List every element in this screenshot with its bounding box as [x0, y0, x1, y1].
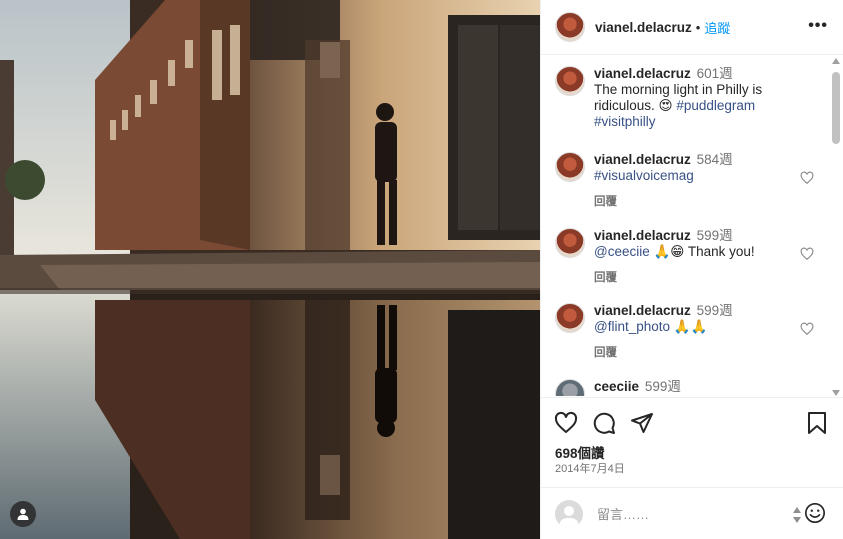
reply-button[interactable]: 回覆 [594, 270, 804, 286]
hashtag-link[interactable]: #puddlegram [676, 98, 755, 113]
reply-button[interactable]: 回覆 [594, 345, 804, 361]
avatar[interactable] [555, 228, 585, 258]
avatar[interactable] [555, 152, 585, 182]
list-item: vianel.delacruz 584週 #visualvoicemag 回覆 [555, 152, 825, 210]
comment-like-icon[interactable] [800, 247, 814, 261]
comment-input[interactable]: 留言…… [597, 504, 649, 523]
avatar[interactable] [555, 66, 585, 96]
share-icon [631, 413, 653, 433]
comment-username[interactable]: ceeciie [594, 379, 639, 394]
comment-button[interactable] [591, 410, 617, 436]
comment-icon [593, 412, 615, 434]
more-icon[interactable]: ••• [808, 17, 828, 35]
post-date[interactable]: 2014年7月4日 [555, 460, 625, 476]
current-user-avatar [555, 499, 583, 528]
mention-link[interactable]: @flint_photo [594, 319, 670, 334]
comment-time[interactable]: 599週 [645, 379, 681, 394]
header-separator: • [695, 19, 701, 35]
caption: vianel.delacruz 601週 The morning light i… [555, 66, 825, 130]
list-item: vianel.delacruz 599週 @ceeciie 🙏😁 Thank y… [555, 228, 825, 286]
save-icon [808, 412, 826, 434]
comment-time[interactable]: 599週 [697, 303, 733, 318]
comment-username[interactable]: vianel.delacruz [594, 303, 691, 318]
default-user-icon [559, 505, 579, 528]
scroll-up-arrow-icon[interactable] [832, 58, 840, 64]
emoji-icon[interactable] [804, 502, 826, 524]
comment-username[interactable]: vianel.delacruz [594, 66, 691, 81]
like-icon [554, 411, 578, 433]
hashtag-link[interactable]: #visitphilly [594, 114, 656, 129]
save-button[interactable] [804, 410, 830, 436]
user-tag-button[interactable] [10, 501, 36, 527]
comment-text: 🙏😁 Thank you! [649, 244, 755, 259]
post-header: vianel.delacruz • 追蹤 ••• [541, 0, 843, 55]
like-count[interactable]: 698個讚 [555, 442, 605, 462]
share-button[interactable] [629, 410, 655, 436]
mention-link[interactable]: @ceeciie [594, 244, 650, 259]
user-tag-icon [17, 508, 29, 520]
comment-username[interactable]: vianel.delacruz [594, 152, 691, 167]
comment-like-icon[interactable] [800, 322, 814, 336]
comment-time[interactable]: 601週 [697, 66, 733, 81]
photo-scene [0, 0, 540, 539]
list-item: vianel.delacruz 599週 @flint_photo 🙏🙏 回覆 [555, 303, 825, 361]
scrollbar-thumb[interactable] [832, 72, 840, 144]
post-side-panel: vianel.delacruz • 追蹤 ••• vianel.delacruz… [540, 0, 843, 539]
comment-list[interactable]: vianel.delacruz 601週 The morning light i… [541, 56, 843, 396]
comment-time[interactable]: 599週 [697, 228, 733, 243]
sort-arrows-icon[interactable] [792, 506, 802, 524]
avatar[interactable] [555, 12, 585, 42]
post-username[interactable]: vianel.delacruz [595, 20, 692, 35]
post-actions: 698個讚 2014年7月4日 [541, 397, 843, 497]
comment-username[interactable]: vianel.delacruz [594, 228, 691, 243]
reply-button[interactable]: 回覆 [594, 194, 804, 210]
avatar[interactable] [555, 303, 585, 333]
comment-time[interactable]: 584週 [697, 152, 733, 167]
scroll-down-arrow-icon[interactable] [832, 390, 840, 396]
avatar[interactable] [555, 379, 585, 396]
comment-scrollbar[interactable] [831, 58, 841, 396]
post-photo[interactable] [0, 0, 540, 539]
comment-text: 🙏🙏 [670, 319, 708, 334]
comment-like-icon[interactable] [800, 171, 814, 185]
add-comment-bar: 留言…… [541, 487, 843, 539]
hashtag-link[interactable]: #visualvoicemag [594, 168, 694, 183]
list-item: ceeciie 599週 [555, 379, 825, 396]
like-button[interactable] [553, 410, 579, 436]
follow-button[interactable]: 追蹤 [704, 18, 730, 37]
